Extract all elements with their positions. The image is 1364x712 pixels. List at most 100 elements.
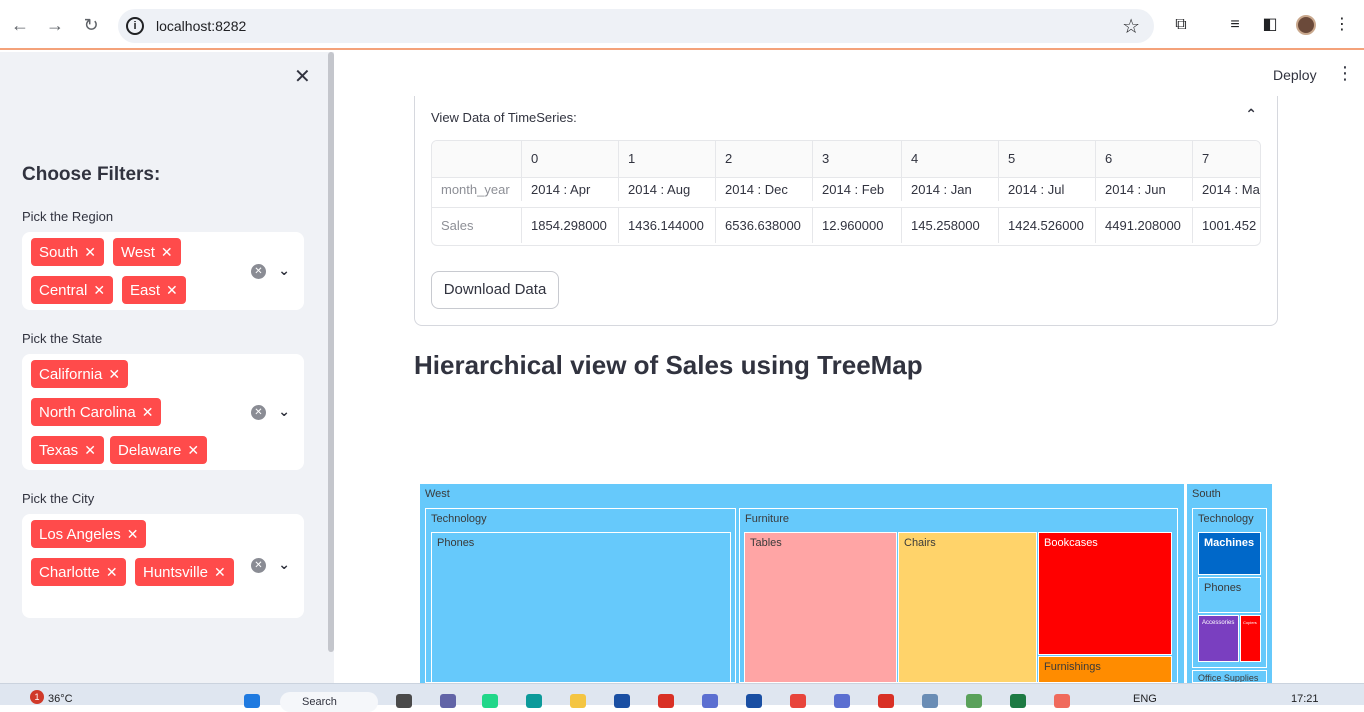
notepad-icon[interactable]: [922, 694, 938, 708]
column-header[interactable]: 7: [1192, 141, 1260, 177]
language-indicator[interactable]: ENG: [1133, 693, 1157, 705]
table-cell[interactable]: 145.258000: [901, 208, 998, 243]
main-menu-icon[interactable]: ⋮: [1336, 63, 1354, 84]
treemap-node-south-phones[interactable]: Phones: [1198, 577, 1261, 613]
treemap-node-south-office-supplies[interactable]: Office Supplies: [1192, 670, 1267, 683]
side-panel-icon[interactable]: ◧: [1259, 14, 1281, 36]
treemap-node-south-machines[interactable]: Machines: [1198, 532, 1261, 575]
column-header[interactable]: 6: [1095, 141, 1192, 177]
clear-all-icon[interactable]: ✕: [251, 264, 266, 279]
deploy-button[interactable]: Deploy: [1273, 67, 1317, 83]
table-cell[interactable]: 1436.144000: [618, 208, 715, 243]
site-info-icon[interactable]: i: [126, 17, 144, 35]
state-multiselect[interactable]: California ✕ North Carolina ✕ Texas ✕ Delaw…: [22, 354, 304, 470]
store-icon[interactable]: [614, 694, 630, 708]
table-cell[interactable]: 2014 : Dec: [715, 178, 812, 201]
column-header[interactable]: 2: [715, 141, 812, 177]
reload-icon[interactable]: ↻: [80, 14, 102, 36]
city-multiselect[interactable]: Los Angeles ✕ Charlotte ✕ Huntsville ✕ ✕ ⌄: [22, 514, 304, 618]
column-header[interactable]: 0: [521, 141, 618, 177]
treemap-node-south-copiers[interactable]: Copiers: [1240, 615, 1261, 662]
file-explorer-icon[interactable]: [570, 694, 586, 708]
state-tag[interactable]: Delaware ✕: [110, 436, 208, 464]
remove-tag-icon[interactable]: ✕: [127, 526, 147, 542]
taskview-icon[interactable]: [396, 694, 412, 708]
clear-all-icon[interactable]: ✕: [251, 405, 266, 420]
table-cell[interactable]: 2014 : Ma: [1192, 178, 1260, 201]
extensions-icon[interactable]: ⧉: [1170, 14, 1192, 36]
column-header[interactable]: 4: [901, 141, 998, 177]
remove-tag-icon[interactable]: ✕: [93, 282, 113, 298]
table-cell[interactable]: 1854.298000: [521, 208, 618, 243]
chevron-down-icon[interactable]: ⌄: [278, 403, 290, 420]
table-cell[interactable]: 2014 : Feb: [812, 178, 901, 201]
city-tag[interactable]: Los Angeles ✕: [31, 520, 147, 548]
url-text[interactable]: localhost:8282: [156, 18, 246, 34]
column-header[interactable]: 1: [618, 141, 715, 177]
table-cell[interactable]: 12.960000: [812, 208, 901, 243]
table-cell[interactable]: 2014 : Apr: [521, 178, 618, 201]
app-icon[interactable]: [702, 694, 718, 708]
table-cell[interactable]: 2014 : Aug: [618, 178, 715, 201]
city-tag[interactable]: Charlotte ✕: [31, 558, 126, 586]
gmail-icon[interactable]: [878, 694, 894, 708]
app-icon[interactable]: [834, 694, 850, 708]
table-cell[interactable]: 1424.526000: [998, 208, 1095, 243]
edge-icon[interactable]: [526, 694, 542, 708]
state-tag[interactable]: Texas ✕: [31, 436, 104, 464]
state-tag[interactable]: North Carolina ✕: [31, 398, 162, 426]
column-header[interactable]: 3: [812, 141, 901, 177]
chevron-up-icon[interactable]: ⌃: [1245, 106, 1257, 123]
treemap-node-west-phones[interactable]: Phones: [431, 532, 731, 683]
teams-icon[interactable]: [440, 694, 456, 708]
treemap-node-west-chairs[interactable]: Chairs: [898, 532, 1037, 683]
state-tag[interactable]: California ✕: [31, 360, 129, 388]
city-tag[interactable]: Huntsville ✕: [135, 558, 234, 586]
remove-tag-icon[interactable]: ✕: [187, 442, 207, 458]
address-bar[interactable]: i localhost:8282 ☆: [118, 9, 1154, 43]
region-tag[interactable]: South ✕: [31, 238, 104, 266]
remove-tag-icon[interactable]: ✕: [108, 366, 128, 382]
remove-tag-icon[interactable]: ✕: [84, 244, 104, 260]
chevron-down-icon[interactable]: ⌄: [278, 556, 290, 573]
taskbar-search[interactable]: Search: [280, 692, 378, 712]
pycharm-icon[interactable]: [482, 694, 498, 708]
close-sidebar-icon[interactable]: ✕: [294, 64, 311, 89]
bookmark-star-icon[interactable]: ☆: [1122, 14, 1140, 39]
table-cell[interactable]: 6536.638000: [715, 208, 812, 243]
table-cell[interactable]: 2014 : Jan: [901, 178, 998, 201]
table-cell[interactable]: 2014 : Jun: [1095, 178, 1192, 201]
region-multiselect[interactable]: South ✕ West ✕ Central ✕ East ✕ ✕ ⌄: [22, 232, 304, 310]
remove-tag-icon[interactable]: ✕: [84, 442, 104, 458]
app-icon[interactable]: [966, 694, 982, 708]
treemap-node-west-tables[interactable]: Tables: [744, 532, 897, 683]
forward-icon[interactable]: →: [44, 14, 66, 36]
expander-title[interactable]: View Data of TimeSeries:: [431, 110, 577, 125]
table-cell[interactable]: 4491.208000: [1095, 208, 1192, 243]
treemap-node-west-furnishings[interactable]: Furnishings: [1038, 656, 1172, 683]
weather-temperature[interactable]: 36°C: [48, 693, 73, 705]
region-tag[interactable]: Central ✕: [31, 276, 114, 304]
region-tag[interactable]: West ✕: [113, 238, 181, 266]
sidebar-scrollbar[interactable]: [328, 52, 334, 652]
region-tag[interactable]: East ✕: [122, 276, 186, 304]
remove-tag-icon[interactable]: ✕: [166, 282, 186, 298]
remove-tag-icon[interactable]: ✕: [142, 404, 162, 420]
gmail-icon[interactable]: [658, 694, 674, 708]
app-icon[interactable]: [1054, 694, 1070, 708]
app-icon[interactable]: [746, 694, 762, 708]
clear-all-icon[interactable]: ✕: [251, 558, 266, 573]
back-icon[interactable]: ←: [9, 14, 31, 36]
windows-start-icon[interactable]: [244, 694, 260, 708]
remove-tag-icon[interactable]: ✕: [214, 564, 234, 580]
chrome-icon[interactable]: [790, 694, 806, 708]
download-data-button[interactable]: Download Data: [431, 271, 559, 309]
table-cell[interactable]: 2014 : Jul: [998, 178, 1095, 201]
profile-avatar[interactable]: [1296, 15, 1316, 35]
chevron-down-icon[interactable]: ⌄: [278, 262, 290, 279]
browser-menu-icon[interactable]: ⋮: [1331, 14, 1353, 36]
treemap-node-west-bookcases[interactable]: Bookcases: [1038, 532, 1172, 655]
media-control-icon[interactable]: ≡: [1224, 14, 1246, 36]
remove-tag-icon[interactable]: ✕: [161, 244, 181, 260]
excel-icon[interactable]: [1010, 694, 1026, 708]
